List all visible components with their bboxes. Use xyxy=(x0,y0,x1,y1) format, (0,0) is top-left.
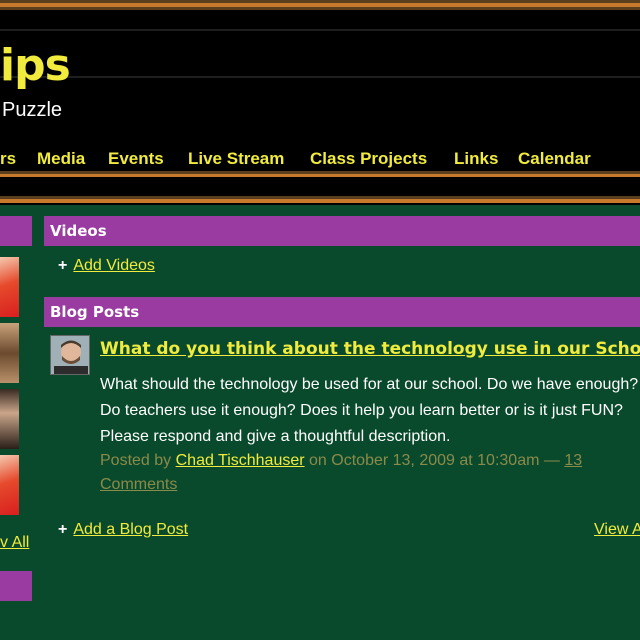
nav-item-calendar[interactable]: Calendar xyxy=(518,148,591,170)
nav-item-class-projects[interactable]: Class Projects xyxy=(310,148,427,170)
sidebar-view-all-link[interactable]: v All xyxy=(0,534,29,552)
nav-item-members[interactable]: rs xyxy=(0,148,16,170)
posted-by-label: Posted by xyxy=(100,452,172,469)
author-link[interactable]: Chad Tischhauser xyxy=(176,452,305,469)
site-title[interactable]: ips xyxy=(0,38,71,94)
blog-view-all-link[interactable]: View A xyxy=(594,521,640,539)
nav-border-accent xyxy=(0,174,640,177)
nav-item-media[interactable]: Media xyxy=(37,148,85,170)
header-rule xyxy=(0,29,640,31)
header-border-top-inner xyxy=(0,7,640,10)
post-date: on October 13, 2009 at 10:30am — xyxy=(309,452,560,469)
sidebar-thumbnail[interactable] xyxy=(0,257,19,317)
nav-border-accent xyxy=(0,199,640,203)
add-videos-label[interactable]: Add Videos xyxy=(73,257,155,274)
avatar-photo-icon xyxy=(51,336,89,374)
plus-icon: + xyxy=(58,257,68,274)
add-blog-post-label[interactable]: Add a Blog Post xyxy=(73,521,188,538)
plus-icon: + xyxy=(58,521,68,538)
sidebar-thumbnail[interactable] xyxy=(0,323,19,383)
add-videos-link[interactable]: + Add Videos xyxy=(58,257,155,275)
blog-post-meta: Posted by Chad Tischhauser on October 13… xyxy=(100,449,640,497)
add-blog-post-link[interactable]: + Add a Blog Post xyxy=(58,521,188,539)
sidebar-thumbnail[interactable] xyxy=(0,389,19,449)
nav-item-events[interactable]: Events xyxy=(108,148,164,170)
site-tagline: Puzzle xyxy=(2,99,63,121)
blog-post-title-link[interactable]: What do you think about the technology u… xyxy=(100,339,640,359)
author-avatar[interactable] xyxy=(50,335,90,375)
sidebar-section-header xyxy=(0,216,32,246)
videos-section-heading: Videos xyxy=(44,216,640,246)
sidebar-thumbnail[interactable] xyxy=(0,455,19,515)
site-header: ips Puzzle rs Media Events Live Stream C… xyxy=(0,0,640,205)
header-rule xyxy=(0,76,640,78)
nav-item-live-stream[interactable]: Live Stream xyxy=(188,148,284,170)
sidebar-section-header xyxy=(0,571,32,601)
blog-post-excerpt: What should the technology be used for a… xyxy=(100,376,639,445)
nav-item-links[interactable]: Links xyxy=(454,148,498,170)
blog-posts-section-heading: Blog Posts xyxy=(44,297,640,327)
